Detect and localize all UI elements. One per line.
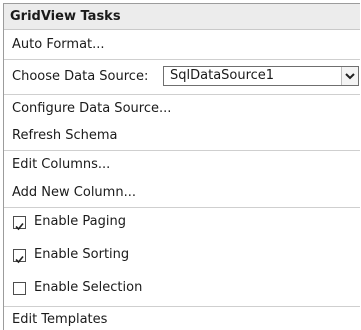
enable-sorting-label: Enable Sorting (34, 247, 130, 262)
data-source-value: SqlDataSource1 (170, 68, 275, 83)
gridview-tasks-panel: GridView Tasks Auto Format... Choose Dat… (3, 3, 360, 330)
divider (4, 59, 360, 60)
enable-selection-checkbox[interactable] (13, 282, 26, 295)
data-source-select[interactable]: SqlDataSource1 (163, 66, 359, 86)
auto-format-link[interactable]: Auto Format... (12, 37, 105, 52)
refresh-schema-link[interactable]: Refresh Schema (12, 128, 118, 143)
divider (4, 306, 360, 307)
enable-paging-checkbox[interactable] (13, 216, 26, 231)
edit-columns-link[interactable]: Edit Columns... (12, 157, 110, 172)
panel-title: GridView Tasks (10, 9, 121, 24)
enable-paging-label: Enable Paging (34, 214, 126, 229)
enable-sorting-checkbox[interactable] (13, 249, 26, 264)
divider (4, 94, 360, 95)
check-icon (15, 222, 24, 231)
edit-templates-link[interactable]: Edit Templates (12, 312, 107, 327)
divider (4, 207, 360, 208)
choose-data-source-label: Choose Data Source: (12, 69, 149, 84)
enable-selection-label: Enable Selection (34, 280, 143, 295)
panel-header: GridView Tasks (4, 4, 360, 30)
check-icon (15, 255, 24, 264)
add-new-column-link[interactable]: Add New Column... (12, 185, 136, 200)
divider (4, 150, 360, 151)
configure-data-source-link[interactable]: Configure Data Source... (12, 101, 171, 116)
chevron-down-icon[interactable] (341, 67, 358, 85)
